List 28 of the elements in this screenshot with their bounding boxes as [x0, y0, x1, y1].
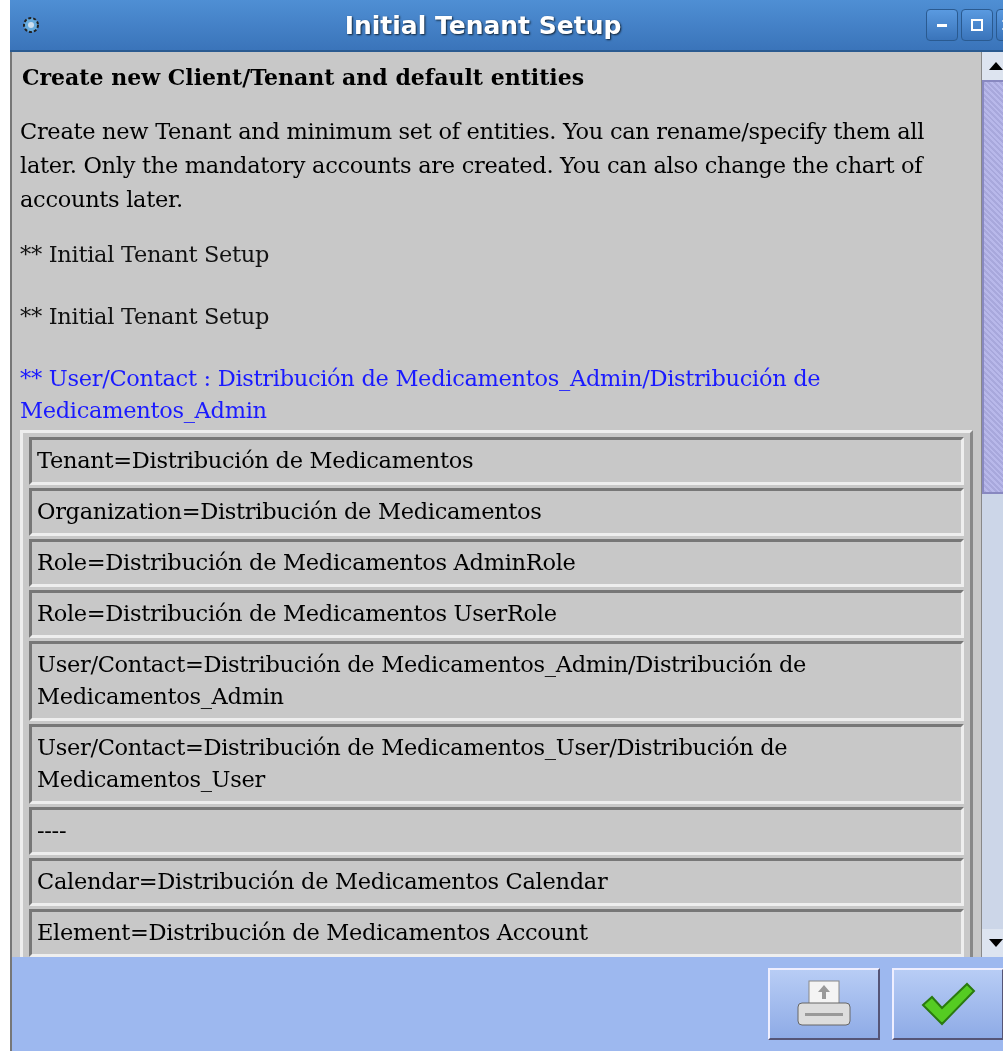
minimize-icon [937, 23, 947, 27]
maximize-button[interactable] [961, 9, 993, 41]
heading: Create new Client/Tenant and default entities [22, 64, 586, 90]
table-cell: Element=Distribución de Medicamentos Account [29, 909, 964, 957]
table-cell: Tenant=Distribución de Medicamentos [29, 437, 964, 485]
status-message: ** Initial Tenant Setup [20, 240, 271, 269]
printer-icon [795, 979, 853, 1029]
table-cell: User/Contact=Distribución de Medicamentos_Admin/Distribución de Medicamentos_Admin [29, 641, 964, 721]
table-cell: Organization=Distribución de Medicamentos [29, 488, 964, 536]
print-button[interactable] [768, 968, 880, 1040]
window-title: Initial Tenant Setup [343, 10, 623, 40]
status-message: ** Initial Tenant Setup [20, 302, 271, 331]
ok-button[interactable] [892, 968, 1003, 1040]
minimize-button[interactable] [926, 9, 958, 41]
status-message-link[interactable]: ** User/Contact : Distribución de Medicamentos_Admin/Distribución de Medicamentos_Admin [20, 362, 973, 426]
checkmark-icon [920, 981, 976, 1027]
down-arrow-icon [989, 939, 1003, 947]
scroll-down-button[interactable] [982, 929, 1003, 957]
description: Create new Tenant and minimum set of entities. You can rename/specify them all later. Only the mandatory accounts are created. You can also change the chart of accounts later. [20, 117, 926, 214]
scroll-up-button[interactable] [982, 52, 1003, 80]
table-cell: Calendar=Distribución de Medicamentos Calendar [29, 858, 964, 906]
up-arrow-icon [989, 62, 1003, 70]
table-cell: Role=Distribución de Medicamentos UserRole [29, 590, 964, 638]
table-cell: User/Contact=Distribución de Medicamentos_User/Distribución de Medicamentos_User [29, 724, 964, 804]
table-cell: Role=Distribución de Medicamentos AdminRole [29, 539, 964, 587]
gear-icon [22, 16, 40, 34]
table-cell: ---- [29, 807, 964, 855]
maximize-icon [970, 18, 984, 32]
